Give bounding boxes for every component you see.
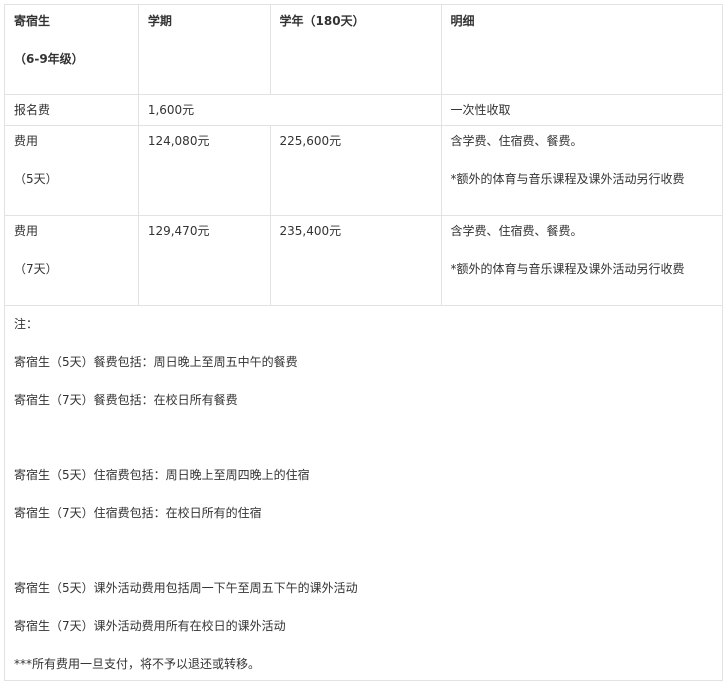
header-year-label: 学年（180天） <box>279 14 365 28</box>
fee-year-amount: 235,400元 <box>279 224 342 238</box>
fee-year-cell: 235,400元 <box>269 215 442 306</box>
fee-detail-includes: 含学费、住宿费、餐费。 <box>450 134 583 148</box>
registration-amount: 1,600元 <box>147 103 195 117</box>
fee-detail-extra: *额外的体育与音乐课程及课外活动另行收费 <box>450 172 685 186</box>
fee-semester-cell: 129,470元 <box>137 215 271 306</box>
note-meal-5-day: 寄宿生（5天）餐费包括：周日晚上至周五中午的餐费 <box>14 355 298 369</box>
fee-label: 费用 <box>14 224 39 238</box>
fee-semester-amount: 129,470元 <box>147 224 210 238</box>
note-lodging-7-day: 寄宿生（7天）住宿费包括：在校日所有的住宿 <box>14 506 262 520</box>
fee-label: 费用 <box>14 134 39 148</box>
registration-row: 报名费 1,600元 一次性收取 <box>4 94 724 126</box>
header-year-cell: 学年（180天） <box>269 4 442 95</box>
note-lodging-5-day: 寄宿生（5天）住宿费包括：周日晚上至周四晚上的住宿 <box>14 468 310 482</box>
header-boarder-label: 寄宿生 <box>14 14 51 28</box>
fee-detail-cell: 含学费、住宿费、餐费。 *额外的体育与音乐课程及课外活动另行收费 <box>440 215 724 306</box>
fee-detail-cell: 含学费、住宿费、餐费。 *额外的体育与音乐课程及课外活动另行收费 <box>440 125 724 216</box>
note-activity-5-day: 寄宿生（5天）课外活动费用包括周一下午至周五下午的课外活动 <box>14 581 358 595</box>
fee-semester-cell: 124,080元 <box>137 125 271 216</box>
header-semester-label: 学期 <box>147 14 172 28</box>
fee-detail-includes: 含学费、住宿费、餐费。 <box>450 224 583 238</box>
registration-label-cell: 报名费 <box>4 94 139 126</box>
note-meal-7-day: 寄宿生（7天）餐费包括：在校日所有餐费 <box>14 393 238 407</box>
fee-detail-extra: *额外的体育与音乐课程及课外活动另行收费 <box>450 262 685 276</box>
header-details-label: 明细 <box>450 14 475 28</box>
fee-label-cell: 费用 （5天） <box>4 125 139 216</box>
notes-cell: 注： 寄宿生（5天）餐费包括：周日晚上至周五中午的餐费 寄宿生（7天）餐费包括：… <box>4 305 723 681</box>
fee-days-label: （7天） <box>14 262 58 276</box>
table-header-row: 寄宿生 （6-9年级） 学期 学年（180天） 明细 <box>4 4 724 95</box>
registration-detail: 一次性收取 <box>450 103 511 117</box>
fee-row-7-day: 费用 （7天） 129,470元 235,400元 含学费、住宿费、餐费。 *额… <box>4 215 724 306</box>
registration-label: 报名费 <box>14 103 51 117</box>
registration-detail-cell: 一次性收取 <box>440 94 724 126</box>
fee-table: 寄宿生 （6-9年级） 学期 学年（180天） 明细 报名费 1,600元 一次… <box>4 4 724 681</box>
fee-semester-amount: 124,080元 <box>147 134 210 148</box>
fee-label-cell: 费用 （7天） <box>4 215 139 306</box>
fee-row-5-day: 费用 （5天） 124,080元 225,600元 含学费、住宿费、餐费。 *额… <box>4 125 724 216</box>
header-details-cell: 明细 <box>440 4 724 95</box>
fee-year-amount: 225,600元 <box>279 134 342 148</box>
note-activity-7-day: 寄宿生（7天）课外活动费用所有在校日的课外活动 <box>14 619 286 633</box>
header-grade-label: （6-9年级） <box>14 52 84 66</box>
notes-row: 注： 寄宿生（5天）餐费包括：周日晚上至周五中午的餐费 寄宿生（7天）餐费包括：… <box>4 305 723 681</box>
registration-amount-cell: 1,600元 <box>137 94 442 126</box>
fee-days-label: （5天） <box>14 172 58 186</box>
header-semester-cell: 学期 <box>137 4 271 95</box>
header-boarder-cell: 寄宿生 （6-9年级） <box>4 4 139 95</box>
note-nonrefundable: ***所有费用一旦支付，将不予以退还或转移。 <box>14 657 261 671</box>
fee-year-cell: 225,600元 <box>269 125 442 216</box>
notes-title: 注： <box>14 317 39 331</box>
